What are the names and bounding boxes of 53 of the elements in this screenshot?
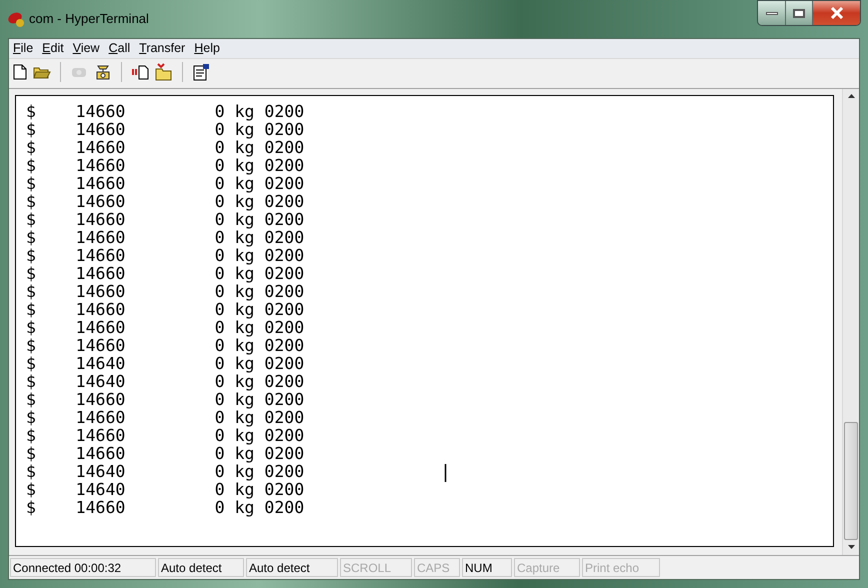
status-panel: Print echo — [582, 558, 660, 577]
menu-item[interactable]: Help — [194, 39, 220, 58]
terminal-line: $ 14660 0 kg 0200 — [26, 283, 304, 301]
terminal-line: $ 14660 0 kg 0200 — [26, 409, 304, 427]
text-cursor-icon — [443, 464, 448, 482]
app-logo-icon — [7, 10, 25, 28]
terminal-line: $ 14640 0 kg 0200 — [26, 373, 304, 391]
scrollbar[interactable] — [842, 89, 859, 555]
scroll-thumb[interactable] — [844, 422, 858, 540]
terminal-line: $ 14660 0 kg 0200 — [26, 211, 304, 229]
maximize-button[interactable] — [786, 1, 813, 25]
new-document-icon[interactable] — [13, 64, 27, 80]
terminal-line: $ 14640 0 kg 0200 — [26, 355, 304, 373]
properties-icon[interactable] — [192, 62, 210, 80]
status-panel: Connected 00:00:32 — [10, 558, 156, 577]
terminal-line: $ 14660 0 kg 0200 — [26, 499, 304, 517]
terminal-line: $ 14660 0 kg 0200 — [26, 391, 304, 409]
terminal-line: $ 14660 0 kg 0200 — [26, 337, 304, 355]
terminal-line: $ 14660 0 kg 0200 — [26, 265, 304, 283]
status-panel: SCROLL — [340, 558, 412, 577]
menu-item[interactable]: Edit — [42, 39, 64, 58]
status-panel: Auto detect — [246, 558, 338, 577]
menu-item[interactable]: Call — [108, 39, 130, 58]
status-panel: Capture — [514, 558, 580, 577]
status-panel: NUM — [462, 558, 512, 577]
menu-item[interactable]: Transfer — [139, 39, 186, 58]
close-button[interactable] — [813, 1, 860, 25]
terminal-line: $ 14660 0 kg 0200 — [26, 229, 304, 247]
status-panel: Auto detect — [158, 558, 244, 577]
terminal-line: $ 14660 0 kg 0200 — [26, 427, 304, 445]
terminal-line: $ 14660 0 kg 0200 — [26, 103, 304, 121]
terminal-line: $ 14660 0 kg 0200 — [26, 445, 304, 463]
terminal-area[interactable] — [15, 95, 834, 547]
terminal-line: $ 14640 0 kg 0200 — [26, 481, 304, 499]
receive-folder-icon[interactable] — [155, 62, 173, 80]
status-panel: CAPS — [414, 558, 460, 577]
terminal-line: $ 14660 0 kg 0200 — [26, 139, 304, 157]
terminal-line: $ 14660 0 kg 0200 — [26, 121, 304, 139]
terminal-line: $ 14660 0 kg 0200 — [26, 319, 304, 337]
terminal-line: $ 14660 0 kg 0200 — [26, 175, 304, 193]
send-file-icon[interactable] — [131, 64, 149, 80]
minimize-button[interactable] — [758, 1, 786, 25]
window-title: com - HyperTerminal — [29, 10, 149, 28]
scroll-up-arrow-icon[interactable] — [848, 94, 854, 98]
terminal-line: $ 14660 0 kg 0200 — [26, 157, 304, 175]
menu-item[interactable]: View — [72, 39, 100, 58]
terminal-line: $ 14660 0 kg 0200 — [26, 193, 304, 211]
scroll-down-arrow-icon[interactable] — [848, 545, 854, 549]
terminal-line: $ 14640 0 kg 0200 — [26, 463, 304, 481]
terminal-line: $ 14660 0 kg 0200 — [26, 247, 304, 265]
close-icon — [830, 7, 844, 19]
terminal-line: $ 14660 0 kg 0200 — [26, 301, 304, 319]
menu-item[interactable]: File — [13, 39, 34, 58]
